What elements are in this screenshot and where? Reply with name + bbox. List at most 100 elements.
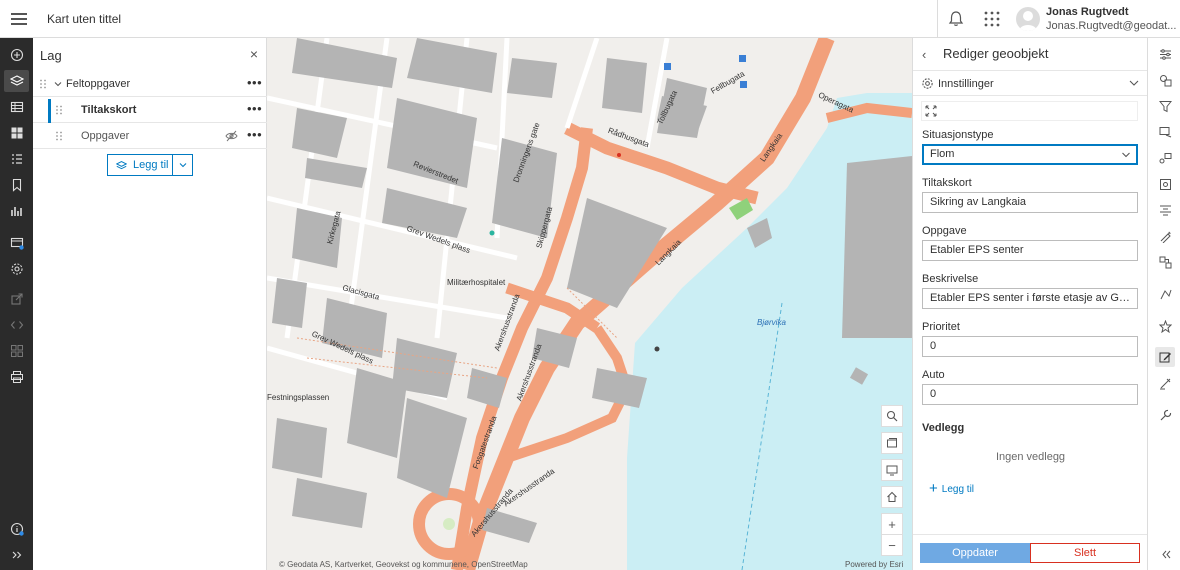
prioritet-input[interactable]: 0 [922, 336, 1138, 357]
layers-panel: Lag × Feltoppgaver ••• Tiltakskort ••• O… [33, 38, 267, 570]
selection-indicator [48, 99, 51, 123]
settings-icon[interactable] [4, 258, 29, 280]
avatar[interactable] [1016, 7, 1040, 31]
chart-icon[interactable] [4, 200, 29, 222]
more-options-icon[interactable]: ••• [247, 75, 262, 90]
edit-footer: Oppdater Slett [913, 534, 1148, 570]
layer-item-label: Tiltakskort [81, 104, 137, 116]
measure-icon[interactable] [1155, 316, 1175, 336]
settings-label: Innstillinger [938, 78, 994, 90]
edit-icon[interactable] [1155, 347, 1175, 367]
add-attachment-button[interactable]: + Legg til [929, 481, 975, 496]
basemap-icon[interactable] [4, 122, 29, 144]
beskrivelse-label: Beskrivelse [922, 273, 979, 285]
layer-item-label: Oppgaver [81, 130, 130, 142]
table-icon[interactable] [4, 96, 29, 118]
sketch-icon[interactable] [1155, 226, 1175, 246]
map-attribution: © Geodata AS, Kartverket, Geovekst og ko… [279, 560, 528, 569]
basemap-toggle-button[interactable] [881, 432, 903, 454]
more-options-icon[interactable]: ••• [247, 101, 262, 116]
collapse-icon[interactable] [1155, 544, 1175, 564]
panel-title: Lag [40, 48, 62, 63]
zoom-to-feature-bar[interactable] [921, 101, 1138, 121]
layer-item-oppgaver[interactable]: Oppgaver ••• [33, 123, 267, 149]
add-layer-label: Legg til [133, 159, 169, 171]
legend-icon[interactable] [4, 148, 29, 170]
layer-item-tiltakskort[interactable]: Tiltakskort ••• [33, 97, 267, 123]
right-action-bar [1147, 38, 1180, 570]
app-launcher-icon[interactable] [983, 10, 1001, 28]
home-icon [887, 491, 897, 502]
notification-icon[interactable] [946, 9, 966, 29]
header-divider [937, 0, 938, 38]
effects-icon[interactable] [1155, 122, 1175, 142]
embed-icon[interactable] [4, 314, 29, 336]
map-view[interactable]: Rådhusgata Revierstredet Grev Wedels pla… [267, 38, 912, 570]
add-layer-button[interactable]: Legg til [107, 154, 193, 176]
basemap [267, 38, 912, 570]
gear-icon [922, 78, 933, 89]
menu-icon[interactable] [8, 8, 30, 30]
powered-by-esri[interactable]: Powered by Esri [845, 560, 903, 569]
situasjonstype-select[interactable]: Flom [922, 144, 1138, 165]
oppgave-label: Oppgave [922, 225, 967, 237]
layers-icon[interactable] [4, 70, 29, 92]
search-icon [886, 410, 898, 422]
screen-icon [886, 465, 898, 476]
properties-icon[interactable] [1155, 44, 1175, 64]
share-icon[interactable] [4, 288, 29, 310]
zoom-to-icon[interactable] [925, 105, 937, 117]
prioritet-label: Prioritet [922, 321, 960, 333]
user-email[interactable]: Jonas.Rugtvedt@geodat... [1046, 20, 1176, 32]
update-button[interactable]: Oppdater [920, 543, 1030, 563]
place-label-militaerhospitalet: Militærhospitalet [447, 278, 506, 287]
zoom-out-button[interactable]: − [881, 534, 903, 556]
drag-handle-icon[interactable] [39, 79, 47, 89]
print-icon[interactable] [4, 366, 29, 388]
media-icon[interactable] [4, 340, 29, 362]
bookmark-icon[interactable] [4, 174, 29, 196]
beskrivelse-input[interactable]: Etabler EPS senter i første etasje av Gr… [922, 288, 1138, 309]
configure-icon[interactable] [1155, 174, 1175, 194]
left-action-bar [0, 38, 33, 570]
home-button[interactable] [881, 486, 903, 508]
more-options-icon[interactable]: ••• [247, 127, 262, 142]
chevron-down-icon [1122, 152, 1130, 158]
auto-input[interactable]: 0 [922, 384, 1138, 405]
app-header: Kart uten tittel Jonas Rugtvedt Jonas.Ru… [0, 0, 1180, 38]
tools-icon[interactable] [1155, 405, 1175, 425]
zoom-in-button[interactable]: + [881, 513, 903, 535]
chevron-down-icon[interactable] [54, 80, 62, 88]
filter-icon[interactable] [1155, 96, 1175, 116]
oppgave-input[interactable]: Etabler EPS senter [922, 240, 1138, 261]
style-icon[interactable] [1155, 70, 1175, 90]
drag-handle-icon[interactable] [55, 131, 63, 141]
visibility-off-icon[interactable] [225, 130, 238, 142]
add-attachment-label: Legg til [941, 483, 975, 495]
delete-button[interactable]: Slett [1030, 543, 1140, 563]
settings-accordion[interactable]: Innstillinger [913, 70, 1148, 96]
tiltakskort-label: Tiltakskort [922, 177, 972, 189]
info-icon[interactable] [4, 518, 29, 540]
edit-feature-panel: ‹ Rediger geoobjekt Innstillinger Situas… [912, 38, 1148, 570]
close-icon[interactable]: × [247, 47, 261, 61]
expand-icon[interactable] [4, 544, 29, 566]
draw-icon[interactable] [1155, 373, 1175, 393]
no-attachments-text: Ingen vedlegg [995, 451, 1066, 463]
ready-icon[interactable] [4, 232, 29, 254]
chevron-down-icon[interactable] [172, 155, 192, 175]
layer-group-row[interactable]: Feltoppgaver ••• [33, 71, 267, 97]
back-icon[interactable]: ‹ [922, 47, 926, 62]
directions-icon[interactable] [1155, 284, 1175, 304]
user-name[interactable]: Jonas Rugtvedt [1046, 6, 1129, 18]
fullscreen-button[interactable] [881, 459, 903, 481]
add-icon[interactable] [4, 44, 29, 66]
map-search-button[interactable] [881, 405, 903, 427]
map-title: Kart uten tittel [47, 12, 122, 26]
labels-icon[interactable] [1155, 200, 1175, 220]
analysis-icon[interactable] [1155, 252, 1175, 272]
tiltakskort-input[interactable]: Sikring av Langkaia [922, 192, 1138, 213]
water-label-bjorvika: Bjørvika [757, 318, 786, 327]
drag-handle-icon[interactable] [55, 105, 63, 115]
pop-ups-icon[interactable] [1155, 148, 1175, 168]
